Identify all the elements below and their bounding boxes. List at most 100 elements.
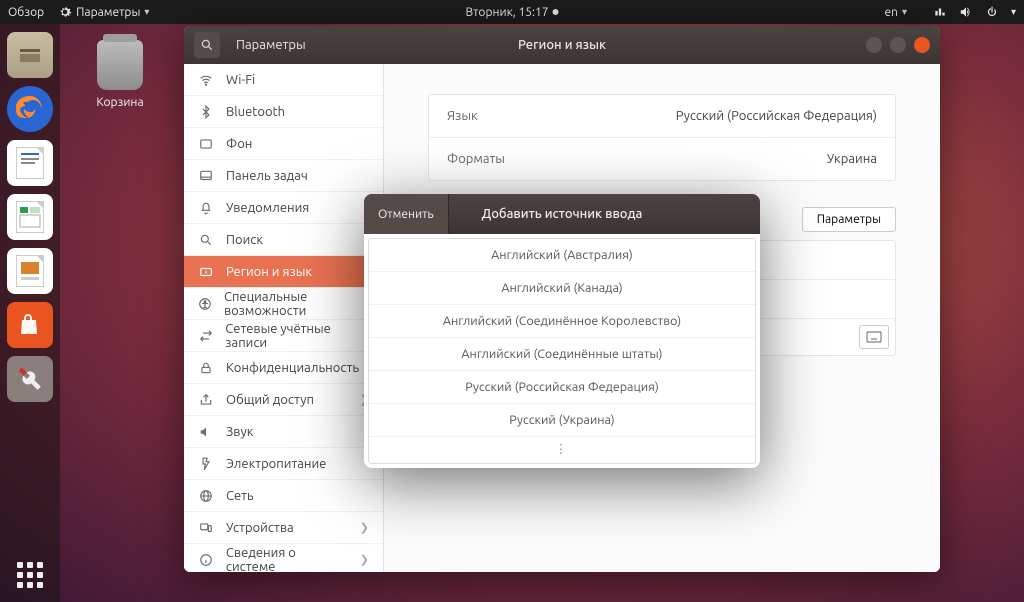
- sound-icon: [198, 424, 214, 440]
- trash-icon: [97, 40, 143, 90]
- input-source-option[interactable]: Русский (Российская Федерация): [369, 371, 755, 404]
- sidebar-item-bell[interactable]: Уведомления: [184, 192, 383, 224]
- sidebar-item-label: Конфиденциальность: [226, 361, 359, 375]
- sidebar-item-label: Звук: [226, 425, 253, 439]
- dialog-header: Отменить Добавить источник ввода: [364, 194, 760, 234]
- chevron-right-icon: ❯: [360, 553, 369, 566]
- about-icon: [198, 552, 214, 568]
- sidebar-item-label: Панель задач: [226, 169, 308, 183]
- sidebar-item-bt[interactable]: Bluetooth: [184, 96, 383, 128]
- titlebar-title: Регион и язык: [518, 38, 606, 52]
- input-source-option[interactable]: Английский (Соединённые штаты): [369, 338, 755, 371]
- system-menu-chevron-icon[interactable]: ▾: [1011, 6, 1016, 18]
- sidebar-item-about[interactable]: Сведения о системе ❯: [184, 544, 383, 572]
- sidebar-item-bg[interactable]: Фон: [184, 128, 383, 160]
- keyboard-indicator[interactable]: en: [884, 6, 907, 19]
- dock-calc[interactable]: [7, 194, 53, 240]
- input-source-option[interactable]: Английский (Австралия): [369, 239, 755, 272]
- input-source-option[interactable]: Русский (Украина): [369, 404, 755, 437]
- input-source-option[interactable]: Английский (Соединённое Королевство): [369, 305, 755, 338]
- settings-icon: [58, 5, 72, 19]
- share-icon: [198, 392, 214, 408]
- sidebar-item-label: Устройства: [226, 521, 294, 535]
- active-app-label: Параметры: [76, 6, 140, 19]
- titlebar: Параметры Регион и язык: [184, 26, 940, 64]
- language-label: Язык: [447, 109, 478, 123]
- sidebar-item-a11y[interactable]: Специальные возможности: [184, 288, 383, 320]
- language-value: Русский (Российская Федерация): [676, 109, 877, 123]
- settings-sidebar: Wi-FiBluetoothФон Панель задач Уведомления…: [184, 64, 384, 572]
- sidebar-item-search[interactable]: Поиск: [184, 224, 383, 256]
- clock-text: Вторник, 15:17: [465, 6, 548, 19]
- activities-button[interactable]: Обзор: [8, 6, 44, 19]
- settings-tools-icon: [17, 366, 43, 392]
- gnome-top-panel: Обзор Параметры Вторник, 15:17 en ▾: [0, 0, 1024, 24]
- language-row[interactable]: Язык Русский (Российская Федерация): [429, 95, 895, 138]
- titlebar-search-button[interactable]: [194, 32, 220, 58]
- input-source-option[interactable]: Английский (Канада): [369, 272, 755, 305]
- sidebar-item-dock[interactable]: Панель задач: [184, 160, 383, 192]
- sidebar-item-label: Сведения о системе: [226, 546, 348, 573]
- chevron-right-icon: ❯: [360, 521, 369, 534]
- sidebar-item-region[interactable]: AРегион и язык: [184, 256, 383, 288]
- clock[interactable]: Вторник, 15:17: [465, 6, 558, 19]
- bg-icon: [198, 136, 214, 152]
- bt-icon: [198, 104, 214, 120]
- writer-icon: [16, 147, 44, 179]
- input-sources-params-button[interactable]: Параметры: [802, 207, 896, 232]
- sidebar-item-online[interactable]: Сетевые учётные записи: [184, 320, 383, 352]
- input-source-list: Английский (Австралия)Английский (Канада…: [368, 238, 756, 464]
- dock-writer[interactable]: [7, 140, 53, 186]
- sidebar-item-label: Специальные возможности: [224, 290, 369, 318]
- dock-firefox[interactable]: [7, 86, 53, 132]
- formats-label: Форматы: [447, 152, 505, 166]
- trash-label: Корзина: [80, 96, 160, 109]
- sidebar-item-label: Поиск: [226, 233, 263, 247]
- sidebar-item-label: Уведомления: [226, 201, 309, 215]
- maximize-button[interactable]: [890, 37, 906, 53]
- dialog-title: Добавить источник ввода: [482, 207, 643, 221]
- sidebar-item-label: Электропитание: [226, 457, 326, 471]
- formats-row[interactable]: Форматы Украина: [429, 138, 895, 180]
- search-icon: [200, 38, 214, 52]
- keyboard-icon: [866, 331, 882, 343]
- sidebar-item-wifi[interactable]: Wi-Fi: [184, 64, 383, 96]
- dock: [0, 24, 60, 602]
- devices-icon: [198, 520, 214, 536]
- network-icon[interactable]: [933, 5, 947, 19]
- sidebar-item-devices[interactable]: Устройства ❯: [184, 512, 383, 544]
- calc-icon: [16, 201, 44, 233]
- svg-text:A: A: [204, 269, 207, 274]
- sidebar-item-sound[interactable]: Звук: [184, 416, 383, 448]
- dock-files[interactable]: [7, 32, 53, 78]
- search-icon: [198, 232, 214, 248]
- keyboard-layout-button[interactable]: [859, 325, 889, 349]
- close-button[interactable]: [914, 37, 930, 53]
- region-language-card: Язык Русский (Российская Федерация) Форм…: [428, 94, 896, 181]
- files-icon: [17, 45, 43, 65]
- sidebar-item-power[interactable]: Электропитание: [184, 448, 383, 480]
- more-options-button[interactable]: ⋮: [369, 437, 755, 463]
- sidebar-item-share[interactable]: Общий доступ❯: [184, 384, 383, 416]
- dock-software[interactable]: [7, 302, 53, 348]
- minimize-button[interactable]: [866, 37, 882, 53]
- active-app-menu[interactable]: Параметры: [58, 5, 149, 19]
- bell-icon: [198, 200, 214, 216]
- shopping-bag-icon: [18, 313, 42, 337]
- a11y-icon: [198, 296, 212, 312]
- app-grid-button[interactable]: [17, 562, 43, 588]
- power-icon[interactable]: [985, 5, 999, 19]
- dock-icon: [198, 168, 214, 184]
- sidebar-item-label: Сеть: [226, 489, 254, 503]
- online-icon: [198, 328, 213, 344]
- desktop-trash[interactable]: Корзина: [80, 40, 160, 109]
- dock-settings[interactable]: [7, 356, 53, 402]
- volume-icon[interactable]: [959, 5, 973, 19]
- add-input-source-dialog: Отменить Добавить источник ввода Английс…: [364, 194, 760, 468]
- titlebar-subtitle: Параметры: [236, 38, 306, 52]
- sidebar-item-privacy[interactable]: Конфиденциальность: [184, 352, 383, 384]
- net-icon: [198, 488, 214, 504]
- dock-impress[interactable]: [7, 248, 53, 294]
- cancel-button[interactable]: Отменить: [364, 194, 449, 234]
- sidebar-item-net[interactable]: Сеть: [184, 480, 383, 512]
